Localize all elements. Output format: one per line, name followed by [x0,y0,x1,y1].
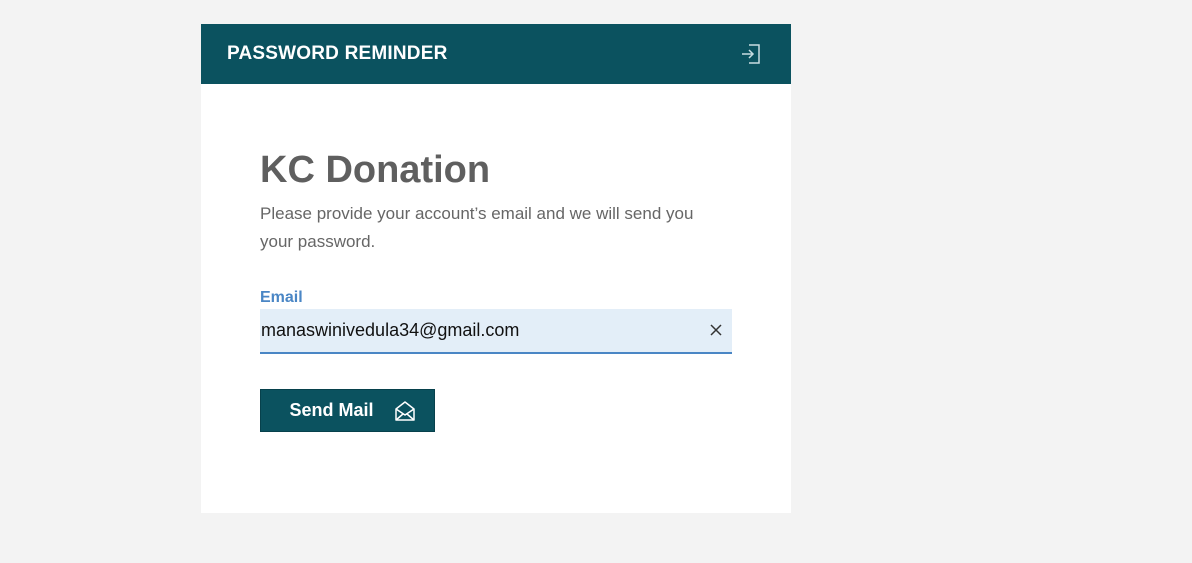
description-text: Please provide your account’s email and … [260,204,694,251]
email-label: Email [260,289,303,306]
panel-header: PASSWORD REMINDER [201,24,791,84]
panel-title: PASSWORD REMINDER [227,43,448,64]
email-field[interactable] [260,309,700,352]
email-field-wrapper [260,309,732,354]
send-mail-label: Send Mail [289,400,374,420]
login-icon[interactable] [739,42,763,66]
password-reminder-panel: PASSWORD REMINDER KC Donation Please pro… [201,24,791,513]
open-envelope-icon [394,400,416,422]
app-name: KC Donation [260,149,491,191]
clear-button[interactable] [706,320,726,340]
form-content: KC Donation Please provide your account’… [260,148,732,432]
close-icon [710,324,722,336]
send-mail-button[interactable]: Send Mail [260,389,435,432]
